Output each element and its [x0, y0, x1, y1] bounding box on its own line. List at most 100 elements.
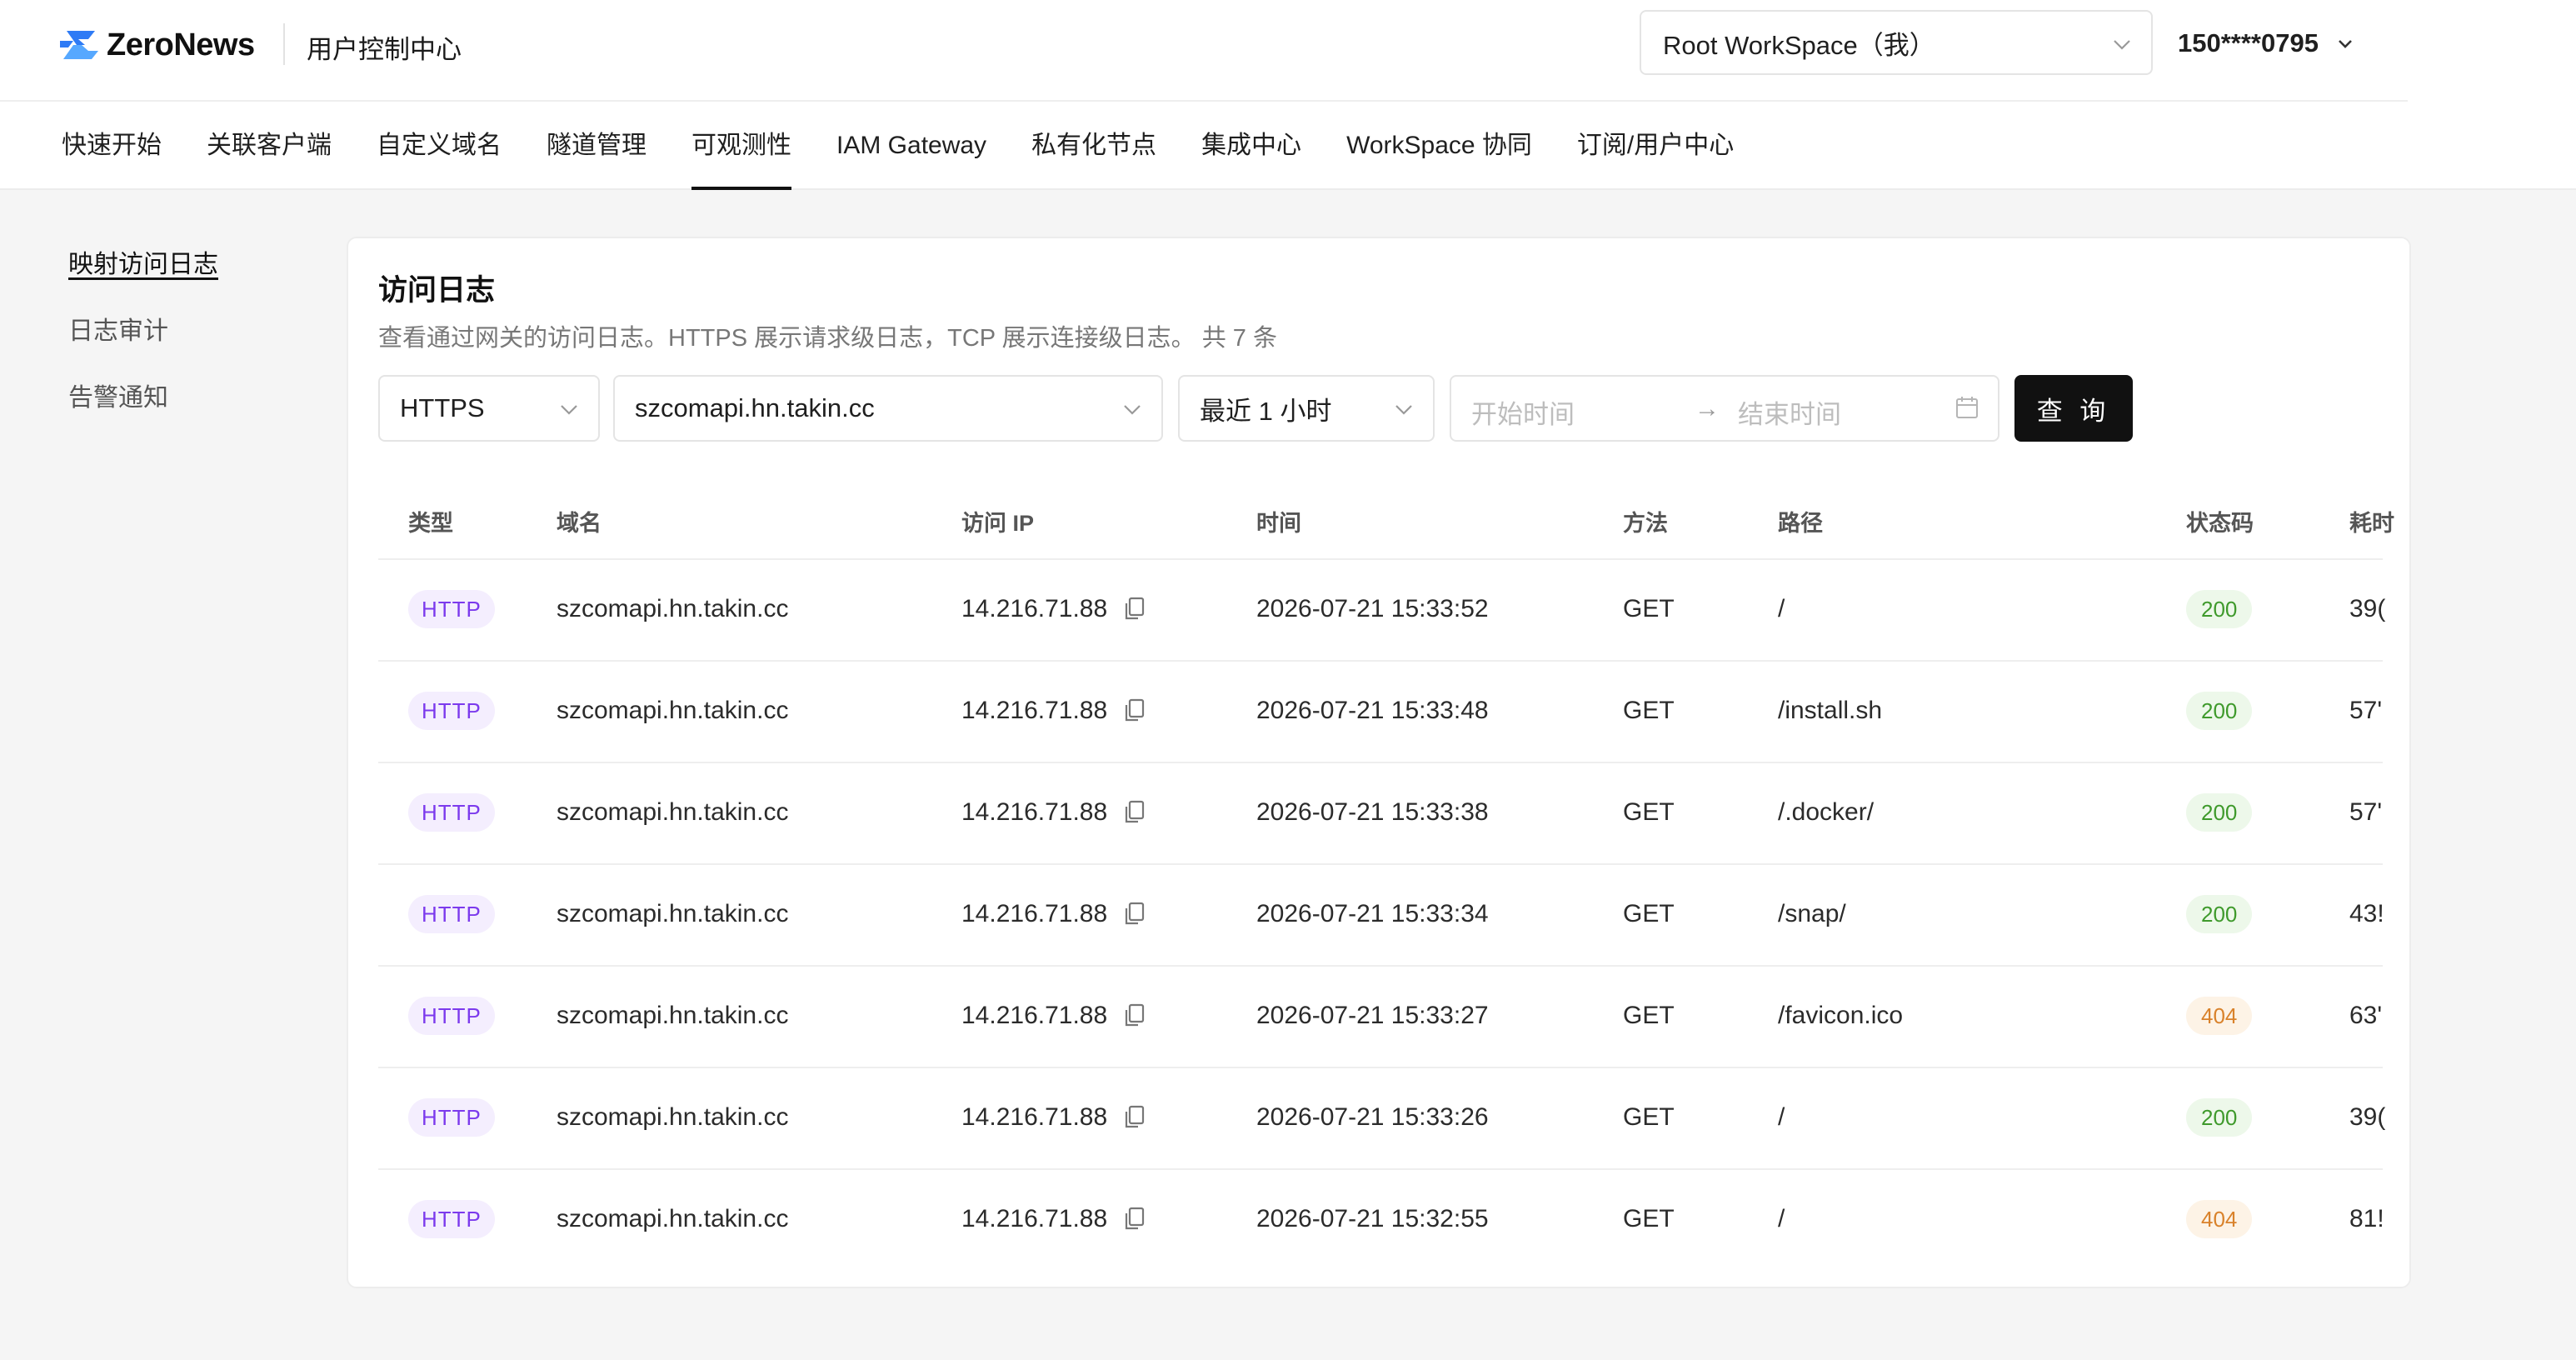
copy-icon[interactable]: [1123, 1207, 1145, 1232]
time-range-select-value: 最近 1 小时: [1200, 396, 1332, 426]
sidebar: 映射访问日志 日志审计 告警通知: [68, 242, 218, 442]
method-cell: GET: [1623, 595, 1675, 622]
top-nav: 快速开始 关联客户端 自定义域名 隧道管理 可观测性 IAM Gateway 私…: [62, 102, 1779, 190]
calendar-icon: [1956, 397, 1978, 418]
time-cell: 2026-07-21 15:33:34: [1256, 900, 1489, 928]
status-badge: 200: [2186, 590, 2253, 628]
path-cell: /install.sh: [1778, 697, 1883, 724]
nav-item-clients[interactable]: 关联客户端: [207, 102, 332, 190]
chevron-down-icon: [1124, 405, 1141, 415]
duration-cell: 39(: [2349, 1103, 2386, 1131]
column-header-duration: 耗时: [2349, 511, 2394, 536]
nav-item-custom-domain[interactable]: 自定义域名: [377, 102, 502, 190]
status-badge: 200: [2186, 793, 2253, 832]
sidebar-item-access-log[interactable]: 映射访问日志: [68, 242, 218, 308]
zeronews-logo-icon: [60, 31, 98, 59]
column-header-domain: 域名: [557, 511, 602, 536]
workspace-select-value: Root WorkSpace（我）: [1663, 30, 1935, 60]
protocol-select-value: HTTPS: [400, 393, 485, 422]
nav-item-iam-gateway[interactable]: IAM Gateway: [836, 102, 986, 190]
workspace-select[interactable]: Root WorkSpace（我）: [1640, 10, 2153, 75]
status-badge: 404: [2186, 997, 2253, 1035]
ip-cell: 14.216.71.88: [961, 697, 1108, 724]
time-cell: 2026-07-21 15:33:52: [1256, 595, 1489, 622]
end-time-input[interactable]: 结束时间: [1738, 393, 1841, 431]
copy-icon[interactable]: [1123, 800, 1145, 825]
column-header-type: 类型: [408, 511, 453, 536]
domain-cell: szcomapi.hn.takin.cc: [557, 798, 789, 826]
table-row[interactable]: HTTP szcomapi.hn.takin.cc 14.216.71.88 2026…: [378, 865, 2384, 967]
method-cell: GET: [1623, 798, 1675, 826]
duration-cell: 39(: [2349, 595, 2386, 622]
nav-item-integrations[interactable]: 集成中心: [1201, 102, 1301, 190]
query-button[interactable]: 查 询: [2014, 375, 2133, 442]
arrow-right-icon: →: [1695, 395, 1720, 422]
header-divider: [283, 23, 285, 65]
nav-item-observability[interactable]: 可观测性: [691, 102, 791, 190]
type-tag: HTTP: [408, 590, 495, 628]
domain-cell: szcomapi.hn.takin.cc: [557, 697, 789, 724]
table-row[interactable]: HTTP szcomapi.hn.takin.cc 14.216.71.88 2026…: [378, 1170, 2384, 1272]
time-cell: 2026-07-21 15:33:27: [1256, 1002, 1489, 1029]
sidebar-item-audit-log[interactable]: 日志审计: [68, 308, 218, 375]
path-cell: /: [1778, 1103, 1785, 1131]
header: ZeroNews 用户控制中心 Root WorkSpace（我） 150***…: [0, 0, 2408, 102]
card-description: 查看通过网关的访问日志。HTTPS 展示请求级日志，TCP 展示连接级日志。 共…: [378, 325, 1277, 352]
start-time-input[interactable]: 开始时间: [1471, 393, 1575, 431]
ip-cell: 14.216.71.88: [961, 1205, 1108, 1232]
nav-item-workspace-collab[interactable]: WorkSpace 协同: [1346, 102, 1532, 190]
user-phone: 150****0795: [2178, 28, 2319, 58]
table-body: HTTP szcomapi.hn.takin.cc 14.216.71.88 2026…: [378, 560, 2386, 1272]
copy-icon[interactable]: [1123, 698, 1145, 723]
status-badge: 200: [2186, 1098, 2253, 1137]
type-tag: HTTP: [408, 793, 495, 832]
table-row[interactable]: HTTP szcomapi.hn.takin.cc 14.216.71.88 2026…: [378, 560, 2386, 662]
type-tag: HTTP: [408, 895, 495, 933]
duration-cell: 57': [2349, 697, 2383, 724]
copy-icon[interactable]: [1123, 597, 1145, 622]
path-cell: /.docker/: [1778, 798, 1875, 826]
table-header: 类型 域名 访问 IP 时间 方法 路径 状态码 耗时: [378, 480, 2394, 560]
status-badge: 404: [2186, 1200, 2253, 1238]
time-cell: 2026-07-21 15:33:48: [1256, 697, 1489, 724]
method-cell: GET: [1623, 1205, 1675, 1232]
method-cell: GET: [1623, 1002, 1675, 1029]
domain-select[interactable]: szcomapi.hn.takin.cc: [613, 375, 1163, 442]
nav-item-subscription[interactable]: 订阅/用户中心: [1577, 102, 1734, 190]
domain-cell: szcomapi.hn.takin.cc: [557, 1103, 789, 1131]
time-cell: 2026-07-21 15:32:55: [1256, 1205, 1489, 1232]
logo-text: ZeroNews: [107, 27, 255, 62]
nav-item-quick-start[interactable]: 快速开始: [62, 102, 162, 190]
copy-icon[interactable]: [1123, 902, 1145, 927]
domain-select-value: szcomapi.hn.takin.cc: [635, 393, 875, 422]
sidebar-item-alerts[interactable]: 告警通知: [68, 375, 218, 442]
copy-icon[interactable]: [1123, 1003, 1145, 1028]
table-row[interactable]: HTTP szcomapi.hn.takin.cc 14.216.71.88 2026…: [378, 1068, 2386, 1170]
table-row[interactable]: HTTP szcomapi.hn.takin.cc 14.216.71.88 2026…: [378, 967, 2383, 1068]
top-bar: ZeroNews 用户控制中心 Root WorkSpace（我） 150***…: [0, 0, 2576, 190]
chevron-down-icon: [2339, 40, 2352, 48]
nav-item-private-nodes[interactable]: 私有化节点: [1031, 102, 1156, 190]
table-row[interactable]: HTTP szcomapi.hn.takin.cc 14.216.71.88 2026…: [378, 662, 2383, 763]
domain-cell: szcomapi.hn.takin.cc: [557, 900, 789, 928]
time-cell: 2026-07-21 15:33:38: [1256, 798, 1489, 826]
method-cell: GET: [1623, 900, 1675, 928]
type-tag: HTTP: [408, 692, 495, 730]
logo[interactable]: ZeroNews: [60, 27, 255, 63]
duration-cell: 81!: [2349, 1205, 2384, 1232]
time-range-select[interactable]: 最近 1 小时: [1178, 375, 1435, 442]
domain-cell: szcomapi.hn.takin.cc: [557, 1205, 789, 1232]
column-header-ip: 访问 IP: [961, 511, 1035, 536]
date-range-picker[interactable]: 开始时间 → 结束时间: [1450, 375, 1999, 442]
copy-icon[interactable]: [1123, 1105, 1145, 1130]
chevron-down-icon: [1395, 405, 1412, 415]
duration-cell: 57': [2349, 798, 2383, 826]
protocol-select[interactable]: HTTPS: [378, 375, 600, 442]
method-cell: GET: [1623, 697, 1675, 724]
user-menu[interactable]: 150****0795: [2178, 27, 2355, 60]
table-row[interactable]: HTTP szcomapi.hn.takin.cc 14.216.71.88 2026…: [378, 763, 2383, 865]
domain-cell: szcomapi.hn.takin.cc: [557, 595, 789, 622]
type-tag: HTTP: [408, 1200, 495, 1238]
access-log-card: 访问日志 查看通过网关的访问日志。HTTPS 展示请求级日志，TCP 展示连接级…: [347, 237, 2411, 1288]
nav-item-tunnels[interactable]: 隧道管理: [547, 102, 646, 190]
